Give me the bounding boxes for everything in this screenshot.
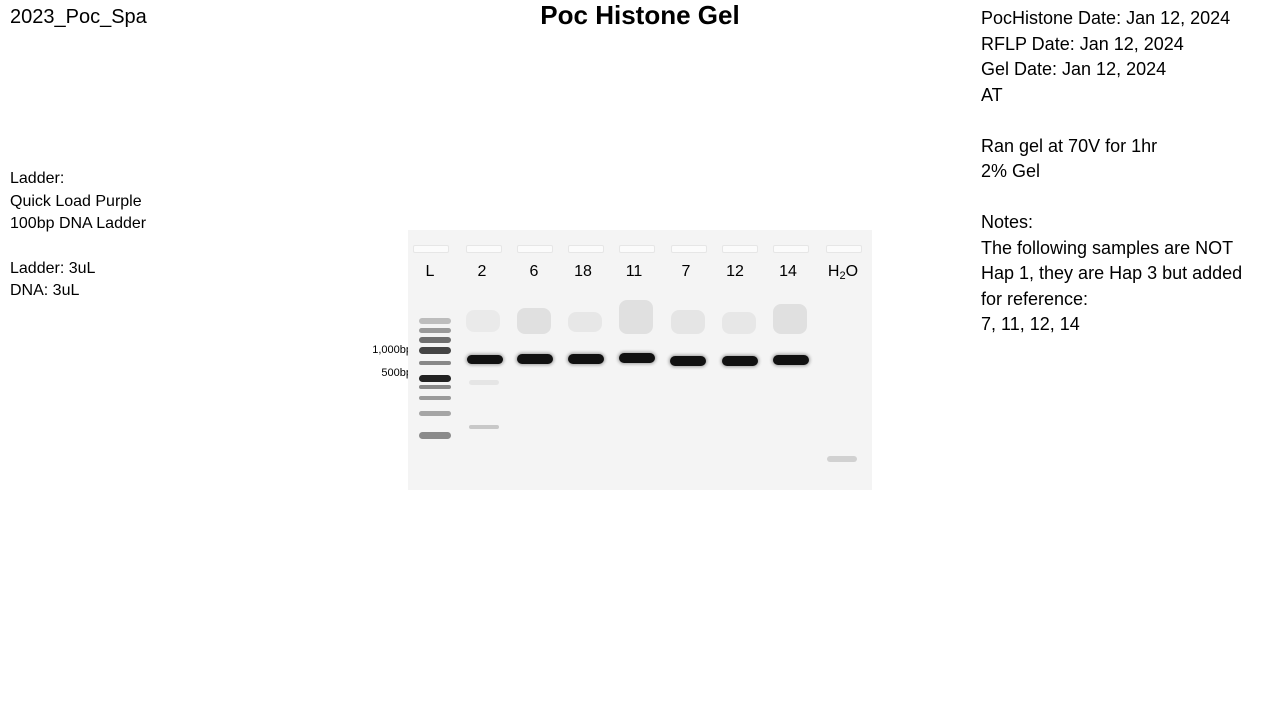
ladder-band	[419, 337, 451, 343]
lane-label-2: 2	[477, 263, 487, 280]
smear	[568, 312, 602, 332]
rflp-date: RFLP Date: Jan 12, 2024	[981, 33, 1184, 54]
band-lane-6	[517, 354, 553, 364]
well	[413, 245, 449, 253]
initials: AT	[981, 84, 1003, 105]
faint-band	[469, 380, 499, 385]
lane-label-L: L	[425, 263, 435, 280]
gel-date: Gel Date: Jan 12, 2024	[981, 59, 1167, 79]
well	[517, 245, 553, 253]
lane-label-14: 14	[779, 263, 797, 280]
ladder-band	[419, 396, 451, 400]
marker-1000bp-label: 1,000bp	[372, 344, 412, 356]
well	[671, 245, 707, 253]
well	[826, 245, 862, 253]
lane-label-18: 18	[574, 263, 592, 280]
ladder-info: Ladder: Quick Load Purple 100bp DNA Ladd…	[10, 168, 146, 303]
ladder-name-line-2: 100bp DNA Ladder	[10, 215, 147, 232]
poc-histone-date: PocHistone Date: Jan 12, 2024	[981, 8, 1231, 28]
smear	[466, 310, 500, 332]
smear	[517, 308, 551, 334]
gel-image: L 2 6 18 11 7 12 14 H2O	[408, 230, 872, 490]
gel-percent: 2% Gel	[981, 161, 1041, 181]
ladder-band	[419, 328, 451, 333]
well	[568, 245, 604, 253]
notes-line-1: The following samples are NOT	[981, 237, 1234, 258]
lane-label-6: 6	[529, 263, 539, 280]
lane-label-7: 7	[681, 263, 691, 280]
ladder-band	[419, 347, 451, 354]
ladder-name-line-1: Quick Load Purple	[10, 192, 142, 210]
ladder-band	[419, 432, 451, 439]
smear	[619, 300, 653, 334]
band-lane-12	[722, 356, 758, 366]
faint-band-h2o	[827, 456, 857, 462]
lane-label-h2o-o: O	[845, 263, 859, 280]
band-lane-7	[670, 356, 706, 366]
well	[773, 245, 809, 253]
band-lane-18	[568, 354, 604, 364]
run-conditions: Ran gel at 70V for 1hr	[981, 135, 1158, 156]
band-lane-14	[773, 355, 809, 365]
marker-500bp-label: 500bp	[381, 367, 412, 379]
notes-line-2: Hap 1, they are Hap 3 but added	[981, 263, 1243, 283]
notes-line-4: 7, 11, 12, 14	[981, 314, 1080, 334]
ladder-band	[419, 375, 451, 382]
ladder-volume: Ladder: 3uL	[10, 259, 96, 277]
ladder-band	[419, 385, 451, 389]
well	[619, 245, 655, 253]
dna-volume: DNA: 3uL	[10, 282, 80, 299]
well	[466, 245, 502, 253]
ladder-band	[419, 411, 451, 416]
lane-label-h2o: H2O	[823, 263, 863, 282]
notes-heading: Notes:	[981, 212, 1034, 232]
run-info: PocHistone Date: Jan 12, 2024 RFLP Date:…	[981, 6, 1242, 338]
smear	[773, 304, 807, 334]
lane-label-h2o-h: H	[827, 263, 840, 280]
notes-line-3: for reference:	[981, 288, 1089, 309]
ladder-band	[419, 318, 451, 324]
lane-label-11: 11	[625, 263, 643, 280]
lane-label-12: 12	[726, 263, 744, 280]
ladder-heading: Ladder:	[10, 170, 65, 187]
smear	[722, 312, 756, 334]
smear	[671, 310, 705, 334]
ladder-band	[419, 361, 451, 365]
well	[722, 245, 758, 253]
faint-band	[469, 425, 499, 429]
band-lane-11	[619, 353, 655, 363]
band-lane-2	[467, 355, 503, 364]
